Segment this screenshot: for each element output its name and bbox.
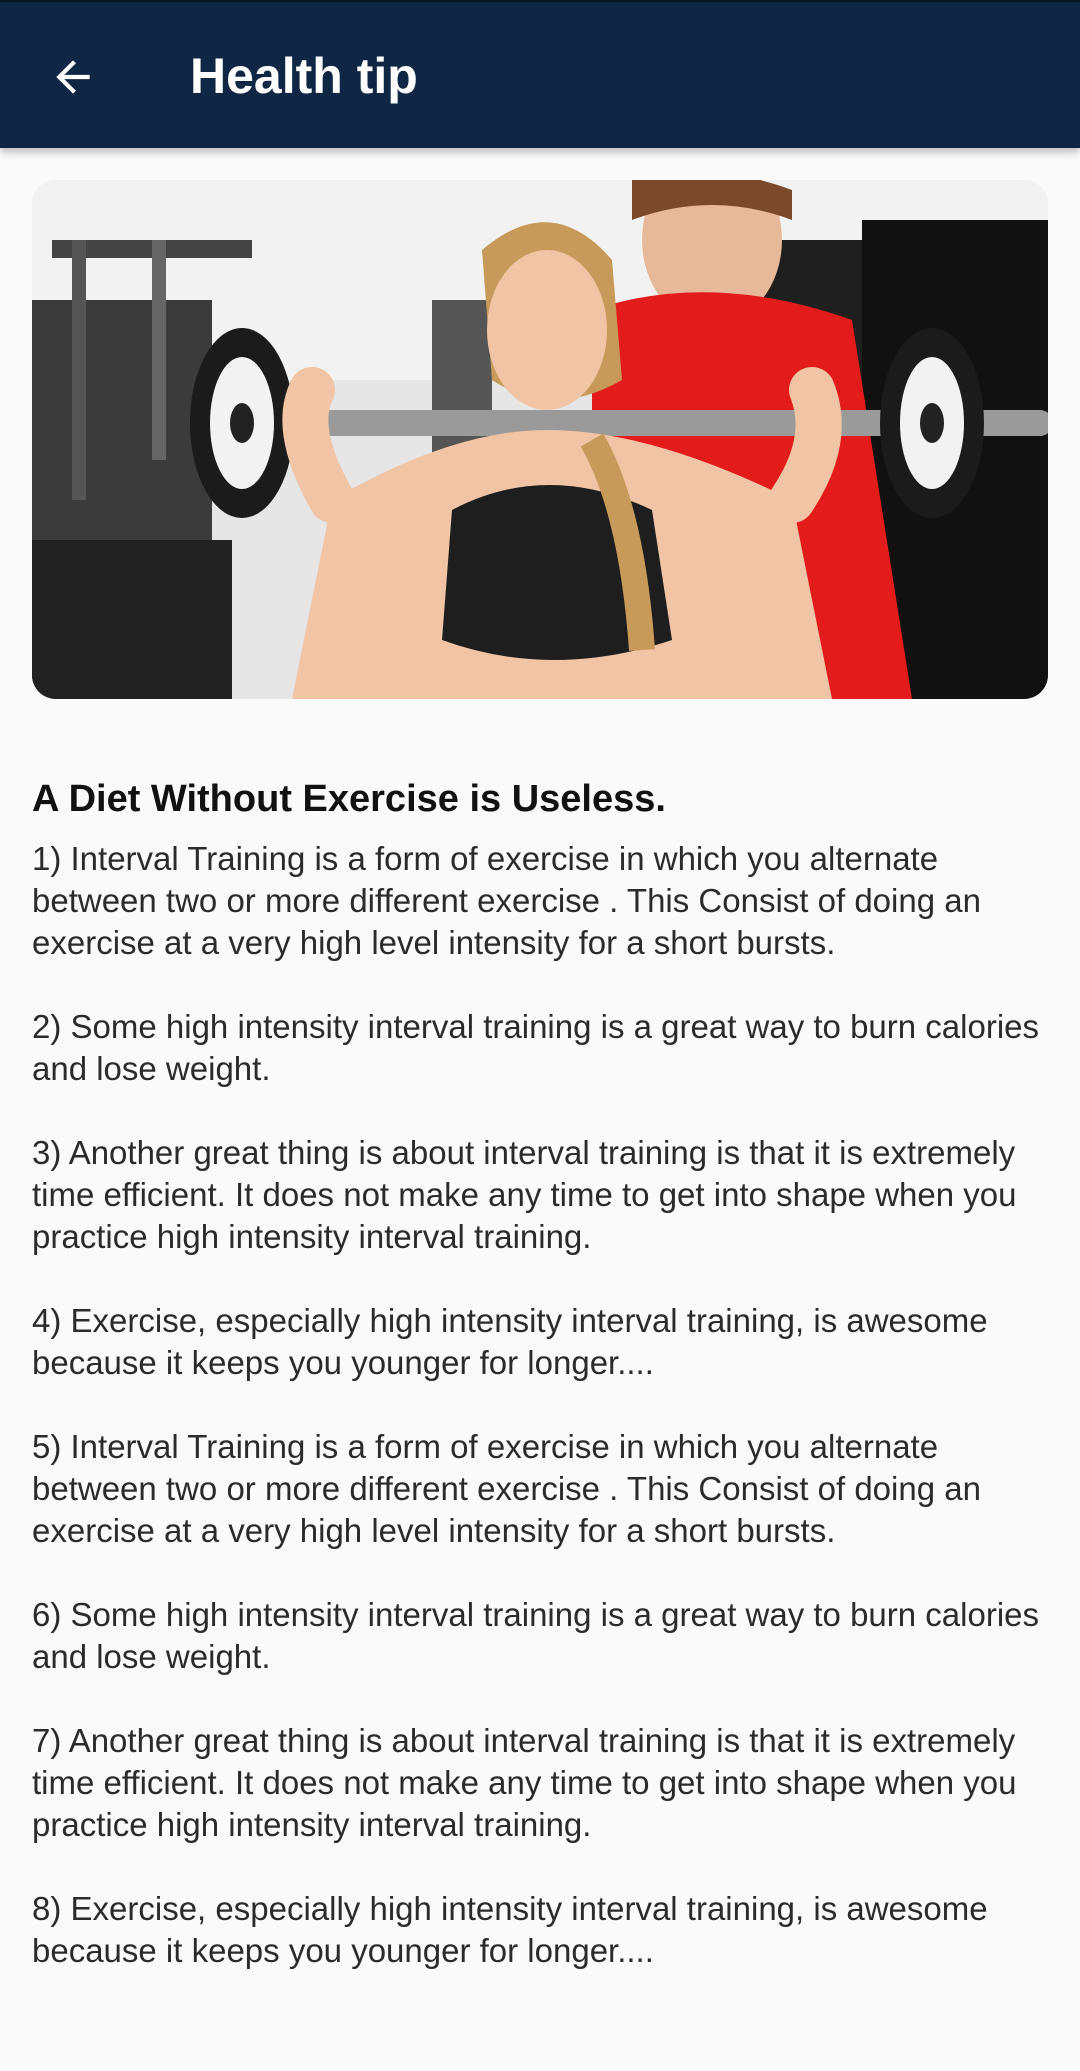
- hero-image: [32, 180, 1048, 699]
- article: A Diet Without Exercise is Useless. 1) I…: [32, 772, 1052, 2014]
- paragraph-4: 4) Exercise, especially high intensity i…: [32, 1302, 988, 1381]
- paragraph-5: 5) Interval Training is a form of exerci…: [32, 1428, 981, 1549]
- article-headline: A Diet Without Exercise is Useless.: [32, 778, 666, 820]
- paragraph-6: 6) Some high intensity interval training…: [32, 1596, 1039, 1675]
- paragraph-2: 2) Some high intensity interval training…: [32, 1008, 1039, 1087]
- arrow-back-icon: [56, 60, 90, 94]
- page-title: Health tip: [190, 48, 418, 104]
- app-bar: Health tip: [0, 0, 1080, 148]
- paragraph-8: 8) Exercise, especially high intensity i…: [32, 1890, 988, 1969]
- paragraph-3: 3) Another great thing is about interval…: [32, 1134, 1017, 1255]
- paragraph-7: 7) Another great thing is about interval…: [32, 1722, 1017, 1843]
- fitness-photo: [32, 180, 1048, 699]
- back-button[interactable]: [36, 40, 110, 114]
- article-body: 1) Interval Training is a form of exerci…: [32, 838, 1052, 1972]
- paragraph-1: 1) Interval Training is a form of exerci…: [32, 840, 981, 961]
